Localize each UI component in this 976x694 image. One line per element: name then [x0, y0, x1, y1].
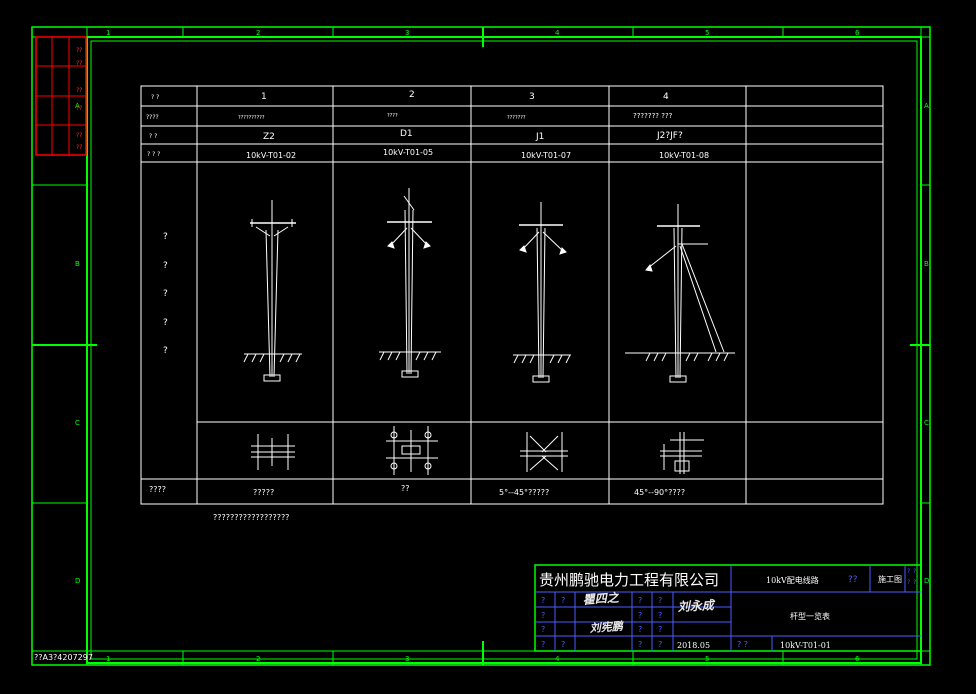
top-zone-3: 3 — [405, 29, 409, 37]
bottom-zone-5: 5 — [705, 655, 709, 663]
left-zone-b: B — [75, 260, 80, 268]
drawing-ref-4: 10kV-T01-08 — [659, 151, 709, 160]
project-name: 10kV配电线路 — [766, 575, 819, 585]
project-mark: ?? — [848, 575, 858, 585]
row-label-drawing-no: ? ? ? — [147, 151, 160, 158]
pole-code-1: Z2 — [263, 132, 275, 142]
note-4: 45°--90°???? — [634, 488, 685, 497]
drawing-ref-1: 10kV-T01-02 — [246, 151, 296, 160]
column-number-2: 2 — [409, 90, 415, 100]
zone-labels: 1 2 3 4 5 6 1 2 3 4 5 6 A B C D A B C D — [75, 29, 929, 663]
pole-name-4: ??????? ??? — [633, 112, 673, 120]
grid-mark-10: ? — [658, 625, 662, 634]
pole-code-4: J2?JF? — [656, 131, 683, 141]
plan-view-z2 — [251, 434, 295, 470]
drawing-ref-3: 10kV-T01-07 — [521, 151, 571, 160]
top-zone-6: 6 — [855, 29, 860, 37]
right-zone-a: A — [924, 102, 929, 110]
drawing-no-mark: ? ? — [737, 640, 748, 649]
signature-2: 刘宪鹏 — [589, 620, 625, 635]
diagram-label-2: ? — [163, 261, 168, 271]
pole-code-3: J1 — [535, 132, 544, 142]
grid-mark-14: ? — [658, 640, 662, 649]
grid-mark-7: ? — [658, 611, 662, 620]
bottom-zone-2: 2 — [256, 655, 260, 663]
left-zone-c: C — [75, 419, 80, 427]
note-row-label: ???? — [149, 485, 166, 494]
bottom-zone-6: 6 — [855, 655, 860, 663]
diagram-label-5: ? — [163, 346, 168, 356]
grid-mark-1: ? — [541, 596, 545, 605]
stage-mark-4: ? — [913, 579, 916, 586]
right-zone-c: C — [924, 419, 929, 427]
grid-mark-4: ? — [658, 596, 662, 605]
plan-view-j2 — [660, 432, 704, 474]
stamp-cell-6: ?? — [76, 132, 82, 139]
drawing-code: ??A3?4207297 — [34, 653, 93, 662]
diagram-label-4: ? — [163, 318, 168, 328]
grid-mark-13: ? — [638, 640, 642, 649]
grid-mark-2: ? — [561, 596, 565, 605]
right-zone-d: D — [924, 577, 929, 585]
top-zone-2: 2 — [256, 29, 260, 37]
pole-name-3: ??????? — [507, 115, 526, 121]
grid-mark-8: ? — [541, 625, 545, 634]
plan-view-d1 — [386, 426, 438, 475]
footnote: ?????????????????? — [213, 513, 289, 522]
grid-mark-9: ? — [638, 625, 642, 634]
diagram-label-1: ? — [163, 232, 168, 242]
left-zone-d: D — [75, 577, 80, 585]
stage-mark-2: ? — [913, 568, 916, 575]
row-label-code: ? ? — [149, 133, 157, 140]
top-zone-4: 4 — [555, 29, 560, 37]
column-number-1: 1 — [261, 92, 267, 102]
stamp-cell-5: ?? — [76, 105, 82, 112]
stamp-cell-3: ?? — [76, 87, 82, 94]
note-3: 5°--45°????? — [499, 488, 549, 497]
pole-elevation-j2 — [625, 204, 735, 383]
grid-mark-6: ? — [638, 611, 642, 620]
note-1: ????? — [253, 488, 274, 497]
bottom-zone-1: 1 — [106, 655, 110, 663]
grid-mark-3: ? — [638, 596, 642, 605]
stage-mark-3: ? — [907, 579, 910, 586]
cad-drawing-canvas: 1 2 3 4 5 6 1 2 3 4 5 6 A B C D A B C D … — [31, 26, 931, 666]
note-2: ?? — [401, 484, 410, 493]
red-stamp-box: ?? ?? ?? ?? ?? ?? — [35, 36, 87, 156]
stamp-cell-1: ?? — [76, 47, 82, 54]
pole-code-2: D1 — [400, 129, 413, 139]
bottom-zone-3: 3 — [405, 655, 409, 663]
stamp-cell-2: ?? — [76, 60, 82, 67]
stamp-cell-7: ?? — [76, 144, 82, 151]
company-name: 贵州鹏驰电力工程有限公司 — [539, 571, 719, 589]
drawing-number: 10kV-T01-01 — [780, 641, 831, 650]
right-zone-b: B — [924, 260, 929, 268]
bottom-zone-4: 4 — [555, 655, 560, 663]
row-label-name: ???? — [146, 114, 159, 121]
column-number-3: 3 — [529, 92, 535, 102]
top-zone-1: 1 — [106, 29, 110, 37]
stage-mark-1: ? — [907, 568, 910, 575]
column-number-4: 4 — [663, 92, 669, 102]
design-stage: 施工图 — [878, 574, 902, 584]
grid-mark-11: ? — [541, 640, 545, 649]
pole-type-table — [140, 85, 884, 505]
grid-mark-5: ? — [541, 611, 545, 620]
signature-3: 刘永成 — [677, 598, 716, 614]
diagram-label-3: ? — [163, 289, 168, 299]
pole-elevation-d1 — [379, 188, 441, 378]
pole-elevation-z2 — [243, 200, 302, 382]
drawing-title: 杆型一览表 — [790, 611, 830, 621]
row-label-number: ? ? — [151, 94, 159, 101]
pole-name-1: ?????????? — [238, 115, 265, 121]
pole-name-2: ???? — [387, 113, 398, 119]
drawing-ref-2: 10kV-T01-05 — [383, 148, 433, 157]
pole-elevation-j1 — [513, 202, 571, 383]
grid-mark-12: ? — [561, 640, 565, 649]
plan-view-j1 — [520, 432, 568, 472]
top-zone-5: 5 — [705, 29, 709, 37]
signature-1: 瞿四之 — [582, 590, 620, 607]
issue-date: 2018.05 — [677, 641, 710, 650]
